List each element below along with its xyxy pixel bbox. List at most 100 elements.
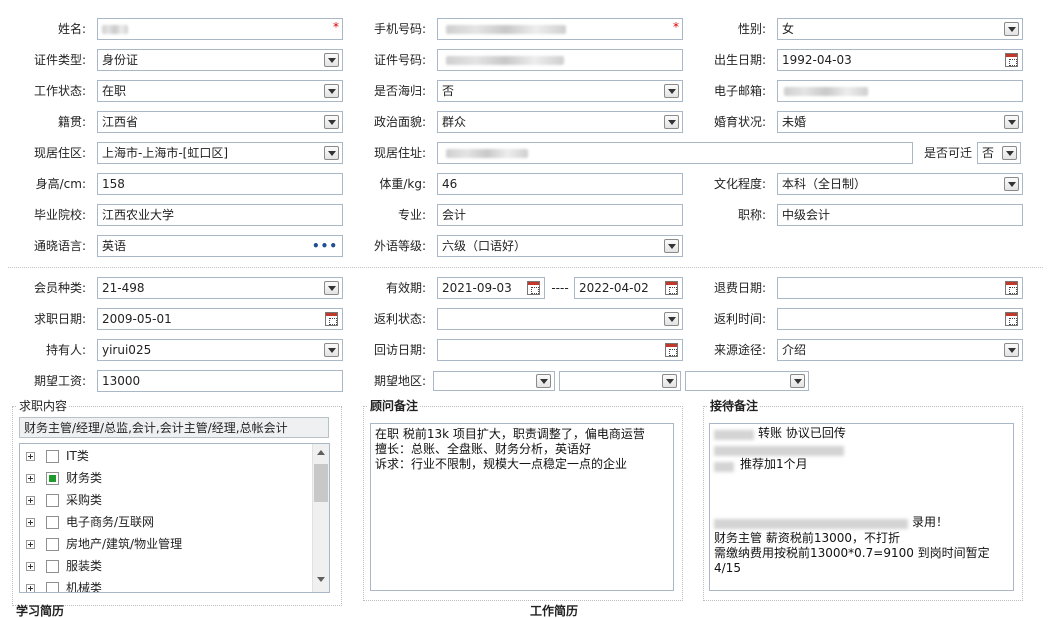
address-field[interactable] [437,142,913,164]
checkbox[interactable] [46,582,59,592]
residence-area-select[interactable]: 上海市-上海市-[虹口区] [97,142,343,164]
phone-label: 手机号码: [373,22,426,36]
id-number-field[interactable] [437,49,683,71]
chevron-down-icon[interactable] [1002,146,1017,160]
expand-plus-icon[interactable] [26,452,35,461]
chevron-down-icon[interactable] [1004,22,1019,36]
gender-select[interactable]: 女 [777,18,1023,40]
rebate-status-select[interactable] [437,308,683,330]
expand-plus-icon[interactable] [26,496,35,505]
expand-plus-icon[interactable] [26,474,35,483]
job-category-tree[interactable]: IT类 财务类 采购类 电子商务/互联网 房地产/建筑/物业管理 服装类 机械类 [19,443,330,593]
marital-select[interactable]: 未婚 [777,111,1023,133]
checkbox[interactable] [46,538,59,551]
more-options-icon[interactable]: ••• [312,236,338,256]
chevron-down-icon[interactable] [1004,343,1019,357]
calendar-icon[interactable] [527,281,540,295]
redacted-text [714,430,754,440]
tree-item-finance[interactable]: 财务类 [20,467,310,489]
checkbox[interactable] [46,560,59,573]
checkbox[interactable] [46,494,59,507]
relocate-select[interactable]: 否 [977,142,1021,164]
chevron-down-icon[interactable] [664,312,679,326]
region-province-select[interactable] [433,371,555,391]
calendar-icon[interactable] [325,312,338,326]
holder-select[interactable]: yirui025 [97,339,343,361]
rebate-time-field[interactable] [777,308,1023,330]
calendar-icon[interactable] [1005,312,1018,326]
expand-plus-icon[interactable] [26,518,35,527]
calendar-icon[interactable] [665,281,678,295]
reception-note-line: 需缴纳费用按税前13000*0.7=9100 到岗时间暂定4/15 [714,546,990,575]
tree-item-apparel[interactable]: 服装类 [20,555,310,577]
height-value: 158 [102,177,125,191]
chevron-down-icon[interactable] [324,84,339,98]
checkbox-checked[interactable] [46,472,59,485]
consultant-notes-textarea[interactable]: 在职 税前13k 项目扩大，职责调整了，偏电商运营 擅长：总账、全盘账、财务分析… [370,423,674,591]
checkbox[interactable] [46,450,59,463]
chevron-down-icon[interactable] [790,374,805,388]
scroll-down-arrow-icon[interactable] [317,577,325,582]
tree-item-ecommerce[interactable]: 电子商务/互联网 [20,511,310,533]
tree-item-it[interactable]: IT类 [20,445,310,467]
expand-plus-icon[interactable] [26,540,35,549]
education-select[interactable]: 本科（全日制） [777,173,1023,195]
refund-date-field[interactable] [777,277,1023,299]
gender-label: 性别: [737,22,766,36]
chevron-down-icon[interactable] [662,374,677,388]
major-field[interactable]: 会计 [437,204,683,226]
reception-notes-textarea[interactable]: 转账 协议已回传 推荐加1个月 录用！ 财务主管 薪资税前13000，不打折 需… [709,423,1014,591]
scroll-up-arrow-icon[interactable] [317,450,325,455]
vertical-scrollbar[interactable] [312,444,329,592]
phone-field[interactable]: * [437,18,683,40]
region-city-select[interactable] [559,371,681,391]
political-select[interactable]: 群众 [437,111,683,133]
validity-to-field[interactable]: 2022-04-02 [574,277,683,299]
calendar-icon[interactable] [1005,53,1018,67]
visit-date-field[interactable] [437,339,683,361]
chevron-down-icon[interactable] [324,281,339,295]
chevron-down-icon[interactable] [1004,177,1019,191]
tree-item-realestate[interactable]: 房地产/建筑/物业管理 [20,533,310,555]
professional-title-field[interactable]: 中级会计 [777,204,1023,226]
scrollbar-thumb[interactable] [314,464,328,502]
native-select[interactable]: 江西省 [97,111,343,133]
chevron-down-icon[interactable] [324,146,339,160]
language-label: 通晓语言: [33,239,86,253]
name-field[interactable]: * [97,18,343,40]
foreign-level-select[interactable]: 六级（口语好） [437,235,683,257]
validity-label: 有效期: [385,281,426,295]
chevron-down-icon[interactable] [1004,115,1019,129]
weight-field[interactable]: 46 [437,173,683,195]
chevron-down-icon[interactable] [664,239,679,253]
expand-plus-icon[interactable] [26,562,35,571]
member-type-select[interactable]: 21-498 [97,277,343,299]
overseas-select[interactable]: 否 [437,80,683,102]
tree-item-purchasing[interactable]: 采购类 [20,489,310,511]
chevron-down-icon[interactable] [536,374,551,388]
school-value: 江西农业大学 [102,208,175,222]
language-field[interactable]: 英语 ••• [97,235,343,257]
job-date-field[interactable]: 2009-05-01 [97,308,343,330]
salary-field[interactable]: 13000 [97,370,343,392]
chevron-down-icon[interactable] [664,84,679,98]
tree-item-machinery[interactable]: 机械类 [20,577,310,592]
region-district-select[interactable] [685,371,809,391]
chevron-down-icon[interactable] [324,343,339,357]
chevron-down-icon[interactable] [324,115,339,129]
birth-date-field[interactable]: 1992-04-03 [777,49,1023,71]
calendar-icon[interactable] [665,343,678,357]
school-field[interactable]: 江西农业大学 [97,204,343,226]
work-status-select[interactable]: 在职 [97,80,343,102]
foreign-level-value: 六级（口语好） [442,239,527,253]
calendar-icon[interactable] [1005,281,1018,295]
id-type-select[interactable]: 身份证 [97,49,343,71]
expand-plus-icon[interactable] [26,584,35,592]
chevron-down-icon[interactable] [664,115,679,129]
chevron-down-icon[interactable] [324,53,339,67]
email-field[interactable] [777,80,1023,102]
source-select[interactable]: 介绍 [777,339,1023,361]
checkbox[interactable] [46,516,59,529]
validity-from-field[interactable]: 2021-09-03 [437,277,545,299]
height-field[interactable]: 158 [97,173,343,195]
